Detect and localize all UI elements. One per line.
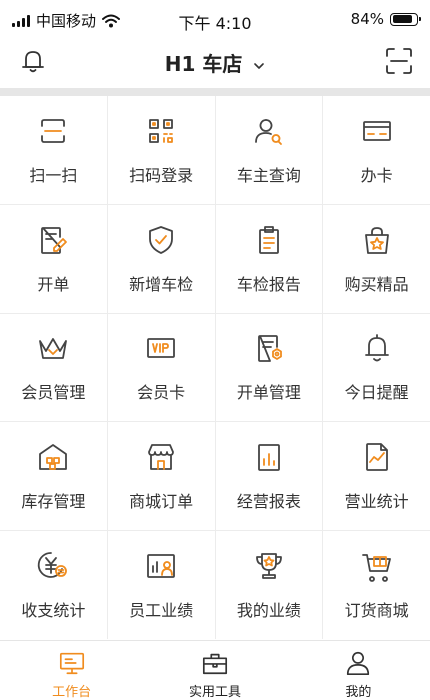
header-divider [0,88,430,96]
grid-item[interactable]: 扫码登录 [107,96,215,204]
grid-item[interactable]: 我的业绩 [215,531,323,639]
tab-item[interactable]: 我的 [287,641,430,700]
grid-item-label: 开单管理 [236,383,301,403]
grid-item-label: 收支统计 [21,601,86,621]
clipboard-icon [258,225,279,254]
grid-item[interactable]: 商城订单 [107,422,215,531]
grid-item-label: 车主查询 [236,165,301,185]
toolbox-icon [202,653,228,675]
grid-item[interactable]: 营业统计 [323,422,430,531]
tab-label: 工作台 [52,685,92,700]
grid-item-label: 购买精品 [344,274,409,294]
cart-icon [361,554,391,582]
card-icon [362,120,391,141]
grid-item[interactable]: 开单管理 [215,313,323,422]
tab-label: 实用工具 [188,685,241,700]
shop-order-icon [148,444,175,471]
warehouse-icon [39,444,68,471]
grid-item[interactable]: 车主查询 [215,96,323,204]
battery-icon [390,12,421,26]
grid-item[interactable]: 收支统计 [0,531,107,639]
crown-icon [39,338,68,360]
chevron-down-icon [254,62,265,69]
income-expense-icon [38,552,68,578]
profile-icon [347,651,370,676]
store-selector[interactable]: H1 车店 [0,48,430,77]
grid-item-label: 今日提醒 [344,383,409,403]
grid-item[interactable]: 办卡 [323,96,430,204]
grid-item[interactable]: 订货商城 [323,531,430,639]
grid-item-label: 会员卡 [137,383,186,403]
qr-code-icon [149,118,174,143]
grid-item[interactable]: 开单 [0,204,107,313]
battery-percent: 84% [350,10,384,28]
scan-icon[interactable] [384,46,414,76]
grid-item-label: 车检报告 [236,274,301,294]
grid-item[interactable]: 扫一扫 [0,96,107,204]
status-right: 84% [350,10,421,28]
edit-document-icon [41,226,68,254]
grid-item-label: 开单 [37,274,70,294]
tab-item[interactable]: 工作台 [0,641,143,700]
scan-icon [41,118,66,143]
grid-item[interactable]: 今日提醒 [323,313,430,422]
grid-item-label: 新增车检 [129,274,194,294]
trophy-icon [255,553,282,579]
grid-item[interactable]: 经营报表 [215,422,323,531]
bottom-tab-bar: 工作台 实用工具 我的 [0,640,430,700]
function-grid: 扫一扫 扫码登录 车主查询 办卡开单 新增车检 车检报告 购买精品会员管理 会员卡 开单管理 今日… [0,96,430,639]
vip-card-icon [147,338,176,359]
monitor-icon [59,652,84,675]
grid-item[interactable]: 购买精品 [323,204,430,313]
trend-document-icon [365,443,388,472]
grid-item-label: 营业统计 [344,492,409,512]
bell-icon [364,334,389,362]
grid-item-label: 员工业绩 [129,601,194,621]
status-bar: 中国移动 下午 4:10 84% [0,0,430,40]
grid-item[interactable]: 会员管理 [0,313,107,422]
grid-item-label: 会员管理 [21,383,86,403]
grid-item-label: 办卡 [360,165,393,185]
grid-item[interactable]: 会员卡 [107,313,215,422]
store-name: H1 车店 [164,52,243,76]
tab-label: 我的 [345,685,372,700]
header: H1 车店 [0,40,430,84]
shield-check-icon [149,225,174,254]
order-settings-icon [257,335,282,363]
grid-item-label: 订货商城 [344,601,409,621]
shopping-bag-icon [364,226,389,254]
staff-performance-icon [147,554,176,578]
grid-item-label: 扫一扫 [29,165,78,185]
tab-item[interactable]: 实用工具 [143,641,286,700]
grid-item[interactable]: 库存管理 [0,422,107,531]
grid-item-label: 商城订单 [129,492,194,512]
grid-item[interactable]: 员工业绩 [107,531,215,639]
grid-item[interactable]: 车检报告 [215,204,323,313]
report-icon [257,444,280,472]
grid-item-label: 我的业绩 [236,601,301,621]
user-search-icon [254,118,282,145]
grid-item[interactable]: 新增车检 [107,204,215,313]
grid-item-label: 经营报表 [236,492,301,512]
grid-item-label: 库存管理 [21,492,86,512]
grid-item-label: 扫码登录 [129,165,194,185]
